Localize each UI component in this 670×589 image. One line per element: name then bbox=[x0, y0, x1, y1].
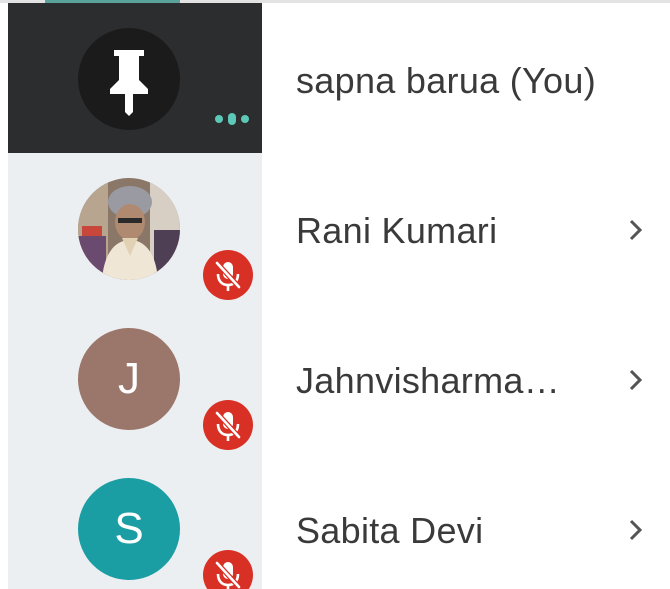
mic-off-icon bbox=[203, 550, 253, 589]
pin-icon bbox=[110, 50, 148, 116]
chevron-right-icon[interactable] bbox=[622, 513, 650, 547]
participant-name: Sabita Devi bbox=[296, 510, 484, 551]
participant-row[interactable]: S Sabita Devi bbox=[0, 453, 670, 589]
speaking-dots-icon bbox=[215, 113, 249, 125]
participant-video-tile[interactable]: J bbox=[8, 303, 262, 453]
participant-row-self[interactable]: sapna barua (You) bbox=[0, 3, 670, 153]
chevron-right-icon[interactable] bbox=[622, 213, 650, 247]
avatar: J bbox=[78, 328, 180, 430]
chevron-right-icon[interactable] bbox=[622, 363, 650, 397]
avatar: S bbox=[78, 478, 180, 580]
participant-row[interactable]: Rani Kumari bbox=[0, 153, 670, 303]
participant-video-tile[interactable] bbox=[8, 153, 262, 303]
participant-name: Rani Kumari bbox=[296, 210, 498, 251]
participant-name: Jahnvisharma… bbox=[296, 360, 561, 401]
avatar-photo bbox=[78, 178, 180, 280]
participant-name: sapna barua (You) bbox=[296, 60, 596, 101]
mic-off-icon bbox=[203, 400, 253, 450]
avatar bbox=[78, 28, 180, 130]
participant-video-tile[interactable]: S bbox=[8, 453, 262, 589]
participant-row[interactable]: J Jahnvisharma… bbox=[0, 303, 670, 453]
avatar-initial: S bbox=[114, 504, 144, 553]
self-video-tile[interactable] bbox=[8, 3, 262, 153]
profile-photo-icon bbox=[78, 178, 180, 280]
avatar-initial: J bbox=[118, 354, 140, 403]
mic-off-icon bbox=[203, 250, 253, 300]
participants-screen: sapna barua (You) Rani Kumari J Jahnvish… bbox=[0, 0, 670, 589]
